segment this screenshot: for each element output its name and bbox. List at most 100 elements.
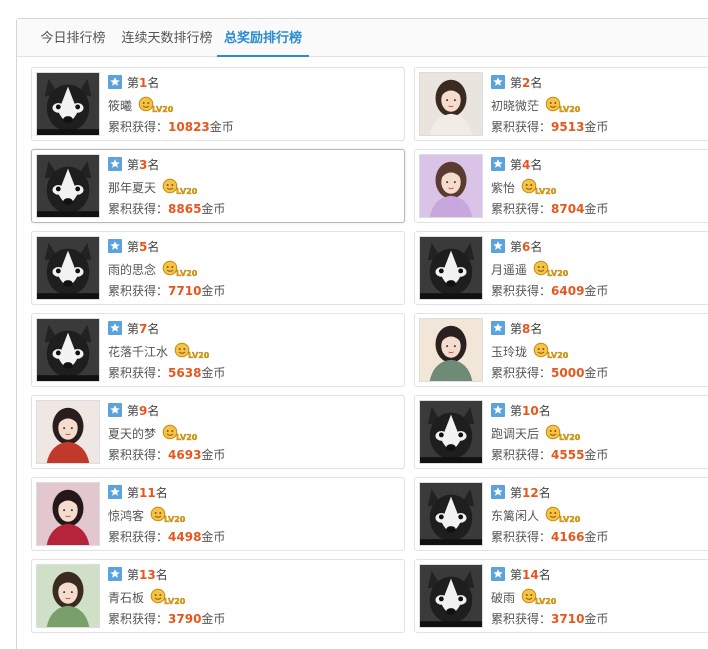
name-line: 花落千江水 LV20 bbox=[108, 342, 400, 364]
avatar-dog[interactable] bbox=[419, 482, 483, 546]
level-badge-icon: LV20 bbox=[545, 506, 581, 524]
ranking-card-12[interactable]: 第12名 东篱闲人 LV20 累积获得：4166金币 bbox=[414, 477, 708, 551]
user-name[interactable]: 东篱闲人 bbox=[491, 509, 539, 523]
ranking-card-13[interactable]: 第13名 青石板 LV20 累积获得：3790金币 bbox=[31, 559, 405, 633]
ranking-card-14[interactable]: 第14名 破雨 LV20 累积获得：3710金币 bbox=[414, 559, 708, 633]
level-badge-icon: LV20 bbox=[533, 342, 569, 360]
rank-prefix: 第 bbox=[510, 240, 523, 254]
coin-unit: 金币 bbox=[201, 284, 226, 298]
ranking-card-2[interactable]: 第2名 初晓微茫 LV20 累积获得：9513金币 bbox=[414, 67, 708, 141]
rank-badge-icon bbox=[108, 485, 122, 499]
rank-suffix: 名 bbox=[530, 158, 543, 172]
ranking-card-3[interactable]: 第3名 那年夏天 LV20 累积获得：8865金币 bbox=[31, 149, 405, 223]
rank-badge-icon bbox=[491, 567, 505, 581]
avatar-girl-red[interactable] bbox=[36, 400, 100, 464]
rank-line: 第10名 bbox=[491, 402, 708, 424]
rank-prefix: 第 bbox=[510, 76, 523, 90]
gain-label: 累积获得： bbox=[108, 530, 169, 544]
avatar-dog[interactable] bbox=[36, 236, 100, 300]
ranking-card-11[interactable]: 第11名 惊鸿客 LV20 累积获得：4498金币 bbox=[31, 477, 405, 551]
user-name[interactable]: 惊鸿客 bbox=[108, 509, 144, 523]
ranking-card-4[interactable]: 第4名 紫怡 LV20 累积获得：8704金币 bbox=[414, 149, 708, 223]
rank-number: 11 bbox=[139, 486, 156, 500]
gain-label: 累积获得： bbox=[108, 120, 169, 134]
rank-prefix: 第 bbox=[127, 486, 140, 500]
ranking-card-5[interactable]: 第5名 雨的思念 LV20 累积获得：7710金币 bbox=[31, 231, 405, 305]
avatar-girl-purple[interactable] bbox=[419, 154, 483, 218]
svg-text:LV20: LV20 bbox=[164, 515, 186, 524]
avatar-dog[interactable] bbox=[419, 400, 483, 464]
user-name[interactable]: 破雨 bbox=[491, 591, 515, 605]
avatar-girl-pink[interactable] bbox=[36, 482, 100, 546]
name-line: 青石板 LV20 bbox=[108, 588, 400, 610]
rank-prefix: 第 bbox=[127, 568, 140, 582]
ranking-card-10[interactable]: 第10名 跑调天后 LV20 累积获得：4555金币 bbox=[414, 395, 708, 469]
rank-suffix: 名 bbox=[147, 322, 160, 336]
ranking-info: 第3名 那年夏天 LV20 累积获得：8865金币 bbox=[108, 156, 400, 222]
user-name[interactable]: 筱曦 bbox=[108, 99, 132, 113]
level-badge-icon: LV20 bbox=[162, 260, 198, 278]
user-name[interactable]: 玉玲珑 bbox=[491, 345, 527, 359]
rank-badge-icon bbox=[108, 403, 122, 417]
user-name[interactable]: 那年夏天 bbox=[108, 181, 156, 195]
ranking-card-8[interactable]: 第8名 玉玲珑 LV20 累积获得：5000金币 bbox=[414, 313, 708, 387]
rank-badge-icon bbox=[108, 75, 122, 89]
rank-line: 第11名 bbox=[108, 484, 400, 506]
rank-line: 第1名 bbox=[108, 74, 400, 96]
user-name[interactable]: 夏天的梦 bbox=[108, 427, 156, 441]
tab-consecutive-days[interactable]: 连续天数排行榜 bbox=[119, 19, 215, 57]
name-line: 筱曦 LV20 bbox=[108, 96, 400, 118]
avatar-dog[interactable] bbox=[36, 72, 100, 136]
ranking-info: 第1名 筱曦 LV20 累积获得：10823金币 bbox=[108, 74, 400, 140]
user-name[interactable]: 月遥遥 bbox=[491, 263, 527, 277]
level-badge-icon: LV20 bbox=[150, 588, 186, 606]
ranking-card-6[interactable]: 第6名 月遥遥 LV20 累积获得：6409金币 bbox=[414, 231, 708, 305]
rank-badge-icon bbox=[108, 567, 122, 581]
user-name[interactable]: 紫怡 bbox=[491, 181, 515, 195]
ranking-card-9[interactable]: 第9名 夏天的梦 LV20 累积获得：4693金币 bbox=[31, 395, 405, 469]
rank-suffix: 名 bbox=[530, 240, 543, 254]
avatar-girl-cream[interactable] bbox=[419, 318, 483, 382]
rank-suffix: 名 bbox=[147, 404, 160, 418]
gold-line: 累积获得：4555金币 bbox=[491, 446, 708, 468]
user-name[interactable]: 花落千江水 bbox=[108, 345, 168, 359]
gain-label: 累积获得： bbox=[108, 448, 169, 462]
gold-line: 累积获得：8704金币 bbox=[491, 200, 708, 222]
level-badge-icon: LV20 bbox=[150, 506, 186, 524]
rank-badge-icon bbox=[108, 321, 122, 335]
tab-total-reward[interactable]: 总奖励排行榜 bbox=[217, 19, 309, 57]
rank-suffix: 名 bbox=[147, 158, 160, 172]
coin-unit: 金币 bbox=[201, 202, 226, 216]
user-name[interactable]: 雨的思念 bbox=[108, 263, 156, 277]
svg-text:LV20: LV20 bbox=[535, 187, 557, 196]
avatar-girl-white[interactable] bbox=[419, 72, 483, 136]
gold-line: 累积获得：8865金币 bbox=[108, 200, 400, 222]
rank-line: 第9名 bbox=[108, 402, 400, 424]
rank-prefix: 第 bbox=[510, 158, 523, 172]
user-name[interactable]: 跑调天后 bbox=[491, 427, 539, 441]
avatar-dog[interactable] bbox=[36, 154, 100, 218]
ranking-card-1[interactable]: 第1名 筱曦 LV20 累积获得：10823金币 bbox=[31, 67, 405, 141]
coin-unit: 金币 bbox=[209, 120, 234, 134]
user-name[interactable]: 初晓微茫 bbox=[491, 99, 539, 113]
avatar-dog[interactable] bbox=[36, 318, 100, 382]
avatar-girl-green[interactable] bbox=[36, 564, 100, 628]
gain-label: 累积获得： bbox=[108, 366, 169, 380]
ranking-info: 第14名 破雨 LV20 累积获得：3710金币 bbox=[491, 566, 708, 632]
coin-unit: 金币 bbox=[584, 366, 609, 380]
rank-badge-icon bbox=[108, 157, 122, 171]
name-line: 紫怡 LV20 bbox=[491, 178, 708, 200]
ranking-card-7[interactable]: 第7名 花落千江水 LV20 累积获得：5638金币 bbox=[31, 313, 405, 387]
rank-badge-icon bbox=[491, 157, 505, 171]
rank-badge-icon bbox=[491, 321, 505, 335]
avatar-dog[interactable] bbox=[419, 564, 483, 628]
tab-today[interactable]: 今日排行榜 bbox=[35, 19, 111, 57]
user-name[interactable]: 青石板 bbox=[108, 591, 144, 605]
ranking-info: 第12名 东篱闲人 LV20 累积获得：4166金币 bbox=[491, 484, 708, 550]
ranking-info: 第11名 惊鸿客 LV20 累积获得：4498金币 bbox=[108, 484, 400, 550]
name-line: 惊鸿客 LV20 bbox=[108, 506, 400, 528]
gain-label: 累积获得： bbox=[491, 448, 552, 462]
avatar-dog[interactable] bbox=[419, 236, 483, 300]
rank-prefix: 第 bbox=[127, 322, 140, 336]
rank-badge-icon bbox=[491, 239, 505, 253]
